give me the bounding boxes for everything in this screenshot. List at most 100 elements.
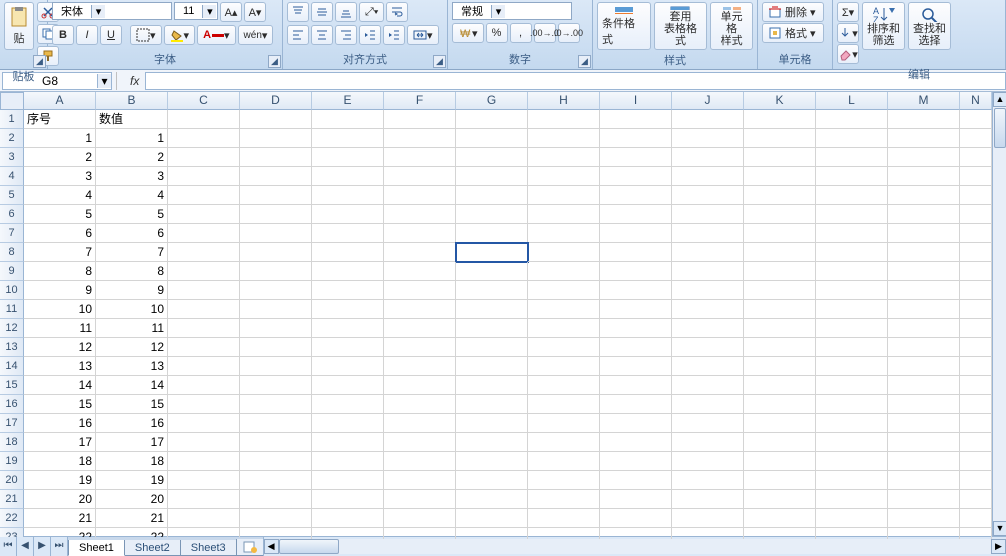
cell-A9[interactable]: 8: [24, 262, 96, 281]
cell-N1[interactable]: [960, 110, 992, 129]
scroll-left-button[interactable]: ◀: [264, 539, 279, 554]
cell-G4[interactable]: [456, 167, 528, 186]
cell-B20[interactable]: 19: [96, 471, 168, 490]
cell-B12[interactable]: 11: [96, 319, 168, 338]
row-header[interactable]: 17: [0, 414, 24, 433]
cell-A17[interactable]: 16: [24, 414, 96, 433]
cell-M19[interactable]: [888, 452, 960, 471]
cell-J20[interactable]: [672, 471, 744, 490]
cell-M21[interactable]: [888, 490, 960, 509]
cell-C9[interactable]: [168, 262, 240, 281]
cell-M14[interactable]: [888, 357, 960, 376]
cell-G9[interactable]: [456, 262, 528, 281]
cell-G12[interactable]: [456, 319, 528, 338]
cell-A14[interactable]: 13: [24, 357, 96, 376]
cell-A18[interactable]: 17: [24, 433, 96, 452]
cell-I8[interactable]: [600, 243, 672, 262]
column-header-H[interactable]: H: [528, 92, 600, 110]
cell-F1[interactable]: [384, 110, 456, 129]
cell-L9[interactable]: [816, 262, 888, 281]
cell-J5[interactable]: [672, 186, 744, 205]
column-header-M[interactable]: M: [888, 92, 960, 110]
cell-C13[interactable]: [168, 338, 240, 357]
cell-N11[interactable]: [960, 300, 992, 319]
column-header-C[interactable]: C: [168, 92, 240, 110]
cell-A21[interactable]: 20: [24, 490, 96, 509]
cell-K15[interactable]: [744, 376, 816, 395]
cell-D10[interactable]: [240, 281, 312, 300]
cell-E22[interactable]: [312, 509, 384, 528]
cell-H18[interactable]: [528, 433, 600, 452]
cell-I22[interactable]: [600, 509, 672, 528]
scroll-up-button[interactable]: ▲: [993, 92, 1006, 107]
cell-E1[interactable]: [312, 110, 384, 129]
cell-K7[interactable]: [744, 224, 816, 243]
cell-E7[interactable]: [312, 224, 384, 243]
cell-J16[interactable]: [672, 395, 744, 414]
paste-button[interactable]: 贴: [4, 2, 34, 50]
cell-G2[interactable]: [456, 129, 528, 148]
number-dialog-launcher[interactable]: ◢: [578, 55, 591, 68]
cell-I2[interactable]: [600, 129, 672, 148]
delete-button[interactable]: 删除▾: [762, 2, 824, 22]
cell-B8[interactable]: 7: [96, 243, 168, 262]
number-format-combo[interactable]: 常规▾: [452, 2, 572, 20]
cell-F8[interactable]: [384, 243, 456, 262]
cell-I10[interactable]: [600, 281, 672, 300]
row-header[interactable]: 14: [0, 357, 24, 376]
row-header[interactable]: 9: [0, 262, 24, 281]
row-header[interactable]: 5: [0, 186, 24, 205]
cell-K12[interactable]: [744, 319, 816, 338]
sheet-tab-3[interactable]: Sheet3: [180, 540, 237, 556]
cell-F21[interactable]: [384, 490, 456, 509]
alignment-dialog-launcher[interactable]: ◢: [433, 55, 446, 68]
bold-button[interactable]: B: [52, 25, 74, 45]
cell-H19[interactable]: [528, 452, 600, 471]
row-header[interactable]: 8: [0, 243, 24, 262]
scroll-thumb[interactable]: [279, 539, 339, 554]
cell-N9[interactable]: [960, 262, 992, 281]
cell-D16[interactable]: [240, 395, 312, 414]
cell-N7[interactable]: [960, 224, 992, 243]
cell-L13[interactable]: [816, 338, 888, 357]
cell-A4[interactable]: 3: [24, 167, 96, 186]
cell-A22[interactable]: 21: [24, 509, 96, 528]
cell-M12[interactable]: [888, 319, 960, 338]
format-button[interactable]: 格式▾: [762, 23, 824, 43]
cell-H5[interactable]: [528, 186, 600, 205]
cell-K2[interactable]: [744, 129, 816, 148]
cell-G5[interactable]: [456, 186, 528, 205]
cell-A13[interactable]: 12: [24, 338, 96, 357]
cell-F18[interactable]: [384, 433, 456, 452]
cell-C21[interactable]: [168, 490, 240, 509]
cell-D17[interactable]: [240, 414, 312, 433]
cell-B4[interactable]: 3: [96, 167, 168, 186]
cell-F15[interactable]: [384, 376, 456, 395]
cell-M17[interactable]: [888, 414, 960, 433]
cell-C19[interactable]: [168, 452, 240, 471]
cell-D4[interactable]: [240, 167, 312, 186]
cell-N2[interactable]: [960, 129, 992, 148]
cell-G7[interactable]: [456, 224, 528, 243]
cell-C8[interactable]: [168, 243, 240, 262]
decrease-decimal-button[interactable]: .0→.00: [558, 23, 580, 43]
cell-H20[interactable]: [528, 471, 600, 490]
cell-M10[interactable]: [888, 281, 960, 300]
cell-E10[interactable]: [312, 281, 384, 300]
cell-G13[interactable]: [456, 338, 528, 357]
cell-J1[interactable]: [672, 110, 744, 129]
cell-C6[interactable]: [168, 205, 240, 224]
cell-J3[interactable]: [672, 148, 744, 167]
clipboard-dialog-launcher[interactable]: ◢: [33, 55, 46, 68]
grow-font-button[interactable]: A▴: [220, 2, 242, 22]
cell-I11[interactable]: [600, 300, 672, 319]
cell-E18[interactable]: [312, 433, 384, 452]
cell-M18[interactable]: [888, 433, 960, 452]
cell-F2[interactable]: [384, 129, 456, 148]
align-bottom-button[interactable]: [335, 2, 357, 22]
row-header[interactable]: 4: [0, 167, 24, 186]
cell-A3[interactable]: 2: [24, 148, 96, 167]
cell-A2[interactable]: 1: [24, 129, 96, 148]
align-right-button[interactable]: [335, 25, 357, 45]
fill-button[interactable]: ▾: [837, 23, 859, 43]
